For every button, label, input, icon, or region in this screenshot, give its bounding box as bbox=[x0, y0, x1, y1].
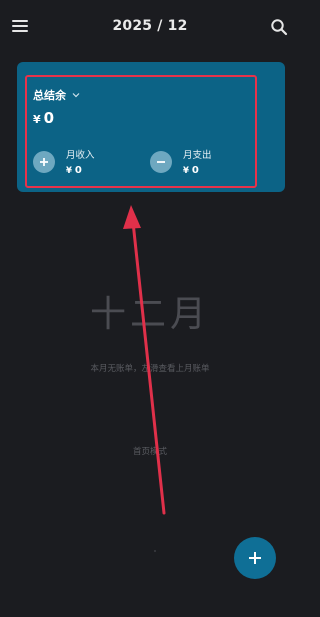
add-bill-button[interactable] bbox=[234, 537, 276, 579]
page-title: 2025 / 12 bbox=[112, 18, 188, 34]
top-bar: 2025 / 12 bbox=[0, 0, 300, 56]
balance-type-selector[interactable]: 总结余 bbox=[33, 87, 80, 103]
home-mode-label[interactable]: 首页模式 bbox=[0, 445, 300, 457]
currency-symbol: ¥ bbox=[33, 113, 41, 126]
minus-icon[interactable] bbox=[150, 150, 172, 173]
monthly-income[interactable]: 月收入 ¥0 bbox=[33, 147, 95, 176]
income-value: 0 bbox=[74, 165, 82, 176]
currency-symbol: ¥ bbox=[66, 166, 72, 176]
plus-icon[interactable] bbox=[33, 150, 55, 173]
balance-amount: ¥0 bbox=[33, 109, 54, 127]
monthly-expense[interactable]: 月支出 ¥0 bbox=[150, 147, 212, 176]
currency-symbol: ¥ bbox=[183, 166, 189, 176]
plus-icon bbox=[249, 552, 261, 564]
income-label: 月收入 bbox=[66, 150, 95, 161]
income-amount: ¥0 bbox=[66, 165, 95, 176]
expense-value: 0 bbox=[191, 165, 199, 176]
search-icon[interactable] bbox=[270, 18, 288, 36]
expense-amount: ¥0 bbox=[183, 165, 212, 176]
empty-month-label: 十二月 bbox=[89, 294, 210, 335]
chevron-down-icon bbox=[72, 93, 80, 98]
decorative-dot bbox=[154, 550, 156, 552]
expense-label: 月支出 bbox=[183, 150, 212, 161]
balance-value: 0 bbox=[43, 109, 55, 127]
empty-message: 本月无账单，左滑查看上月账单 bbox=[90, 364, 210, 374]
app-screen: 2025 / 12 总结余 ¥0 月收入 ¥ 0 月支出 ¥ 0 十二月 本月无… bbox=[0, 0, 300, 617]
balance-card[interactable]: 总结余 ¥0 月收入 ¥0 月支出 ¥ 0 bbox=[17, 62, 285, 192]
balance-title: 总结余 bbox=[33, 89, 66, 102]
